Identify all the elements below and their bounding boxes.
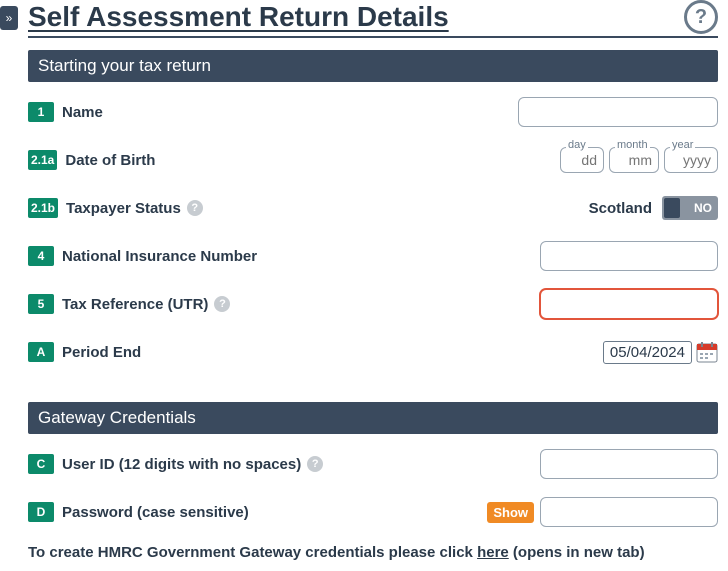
field-number: A [28, 342, 54, 362]
utr-input[interactable] [540, 289, 718, 319]
field-number: D [28, 502, 54, 522]
label-period-end: Period End [62, 344, 141, 361]
row-name: 1 Name [28, 96, 718, 128]
row-user-id: C User ID (12 digits with no spaces) ? [28, 448, 718, 480]
scotland-toggle[interactable]: NO [662, 196, 718, 220]
label-utr: Tax Reference (UTR) [62, 296, 208, 313]
dob-group: day month year [560, 147, 718, 173]
field-number: C [28, 454, 54, 474]
dob-year-legend: year [670, 139, 695, 151]
gateway-footer-text: To create HMRC Government Gateway creden… [28, 544, 718, 561]
field-number: 5 [28, 294, 54, 314]
period-end-value: 05/04/2024 [603, 341, 692, 364]
dob-month-legend: month [615, 139, 650, 151]
label-nino: National Insurance Number [62, 248, 257, 265]
section-header-gateway: Gateway Credentials [28, 402, 718, 434]
label-password: Password (case sensitive) [62, 504, 249, 521]
title-row: Self Assessment Return Details ? [28, 0, 718, 38]
row-period-end: A Period End 05/04/2024 [28, 336, 718, 368]
row-password: D Password (case sensitive) Show [28, 496, 718, 528]
user-id-input[interactable] [540, 449, 718, 479]
dob-day-legend: day [566, 139, 588, 151]
row-utr: 5 Tax Reference (UTR) ? [28, 288, 718, 320]
calendar-icon[interactable] [696, 341, 718, 363]
page-title: Self Assessment Return Details [28, 1, 449, 33]
question-icon[interactable]: ? [307, 456, 323, 472]
question-icon[interactable]: ? [214, 296, 230, 312]
gateway-here-link[interactable]: here [477, 544, 509, 561]
field-number: 1 [28, 102, 54, 122]
show-password-button[interactable]: Show [487, 502, 534, 523]
label-name: Name [62, 104, 103, 121]
field-number: 2.1a [28, 150, 57, 170]
footer-suffix: (opens in new tab) [509, 544, 645, 561]
field-number: 2.1b [28, 198, 58, 218]
toggle-knob [664, 198, 680, 218]
row-taxpayer-status: 2.1b Taxpayer Status ? Scotland NO [28, 192, 718, 224]
nino-input[interactable] [540, 241, 718, 271]
row-nino: 4 National Insurance Number [28, 240, 718, 272]
field-number: 4 [28, 246, 54, 266]
question-icon[interactable]: ? [187, 200, 203, 216]
name-input[interactable] [518, 97, 718, 127]
row-dob: 2.1a Date of Birth day month year [28, 144, 718, 176]
toggle-value: NO [694, 201, 712, 215]
label-user-id: User ID (12 digits with no spaces) [62, 456, 301, 473]
label-dob: Date of Birth [65, 152, 155, 169]
footer-prefix: To create HMRC Government Gateway creden… [28, 544, 477, 561]
label-taxpayer-status: Taxpayer Status [66, 200, 181, 217]
password-input[interactable] [540, 497, 718, 527]
taxpayer-region: Scotland [589, 200, 652, 217]
section-header-starting: Starting your tax return [28, 50, 718, 82]
help-icon[interactable]: ? [684, 0, 718, 34]
